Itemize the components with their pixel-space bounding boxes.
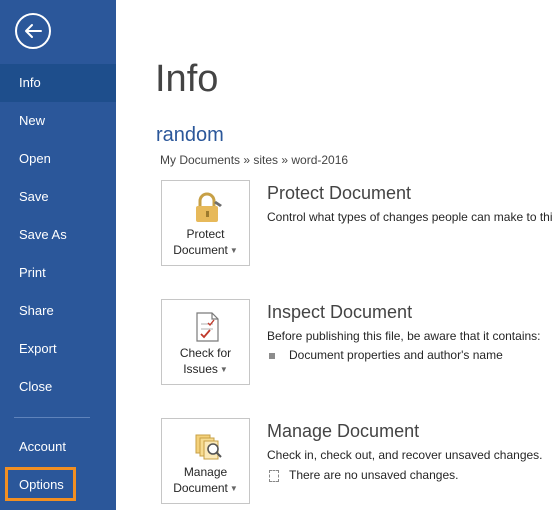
document-name: random <box>156 124 224 146</box>
document-outline-icon <box>269 469 279 482</box>
arrow-left-icon <box>25 24 42 38</box>
issues-tile-line2: Issues ▼ <box>162 361 249 378</box>
protect-document-title: Protect Document <box>267 183 412 203</box>
dropdown-caret-icon: ▼ <box>229 483 238 493</box>
protect-tile-label: Document <box>173 243 228 257</box>
nav-save[interactable]: Save <box>0 178 116 216</box>
inspect-document-title: Inspect Document <box>267 302 413 322</box>
nav-print[interactable]: Print <box>0 254 116 292</box>
manage-bullet-text: There are no unsaved changes. <box>289 468 459 482</box>
manage-document-button[interactable]: Manage Document ▼ <box>161 418 250 504</box>
manage-tile-line1: Manage <box>183 465 228 479</box>
nav-info[interactable]: Info <box>0 64 116 102</box>
protect-tile-line1: Protect <box>186 227 225 241</box>
nav-close[interactable]: Close <box>0 368 116 406</box>
protect-document-desc: Control what types of changes people can… <box>267 210 552 224</box>
nav-account[interactable]: Account <box>0 428 116 466</box>
inspect-document-desc: Before publishing this file, be aware th… <box>267 329 541 343</box>
manage-document-title: Manage Document <box>267 421 420 441</box>
manage-tile-label: Document <box>173 481 228 495</box>
backstage-view: Info New Open Save Save As Print Share E… <box>0 0 552 510</box>
manage-tile-line2: Document ▼ <box>162 480 249 497</box>
backstage-sidebar: Info New Open Save Save As Print Share E… <box>0 0 116 510</box>
check-for-issues-button[interactable]: Check for Issues ▼ <box>161 299 250 385</box>
manage-document-icon <box>195 434 222 460</box>
options-highlight-box <box>5 467 76 501</box>
protect-document-button[interactable]: Protect Document ▼ <box>161 180 250 266</box>
nav-divider <box>14 417 90 418</box>
back-button[interactable] <box>15 13 51 49</box>
nav-export[interactable]: Export <box>0 330 116 368</box>
manage-document-desc: Check in, check out, and recover unsaved… <box>267 448 543 462</box>
document-path[interactable]: My Documents » sites » word-2016 <box>160 153 348 167</box>
inspect-document-icon <box>196 312 219 342</box>
protect-tile-line2: Document ▼ <box>162 242 249 259</box>
dropdown-caret-icon: ▼ <box>219 364 228 374</box>
nav-share[interactable]: Share <box>0 292 116 330</box>
bullet-square-icon <box>269 352 275 359</box>
inspect-bullet-text: Document properties and author's name <box>289 348 503 362</box>
inspect-bullet: Document properties and author's name <box>269 348 503 362</box>
nav-new[interactable]: New <box>0 102 116 140</box>
dropdown-caret-icon: ▼ <box>229 245 238 255</box>
page-title: Info <box>155 58 219 100</box>
issues-tile-label: Issues <box>183 362 218 376</box>
lock-icon <box>196 192 222 222</box>
nav-open[interactable]: Open <box>0 140 116 178</box>
nav-save-as[interactable]: Save As <box>0 216 116 254</box>
issues-tile-line1: Check for <box>179 346 232 360</box>
manage-bullet: There are no unsaved changes. <box>269 468 458 482</box>
info-pane: Info random My Documents » sites » word-… <box>116 0 552 510</box>
